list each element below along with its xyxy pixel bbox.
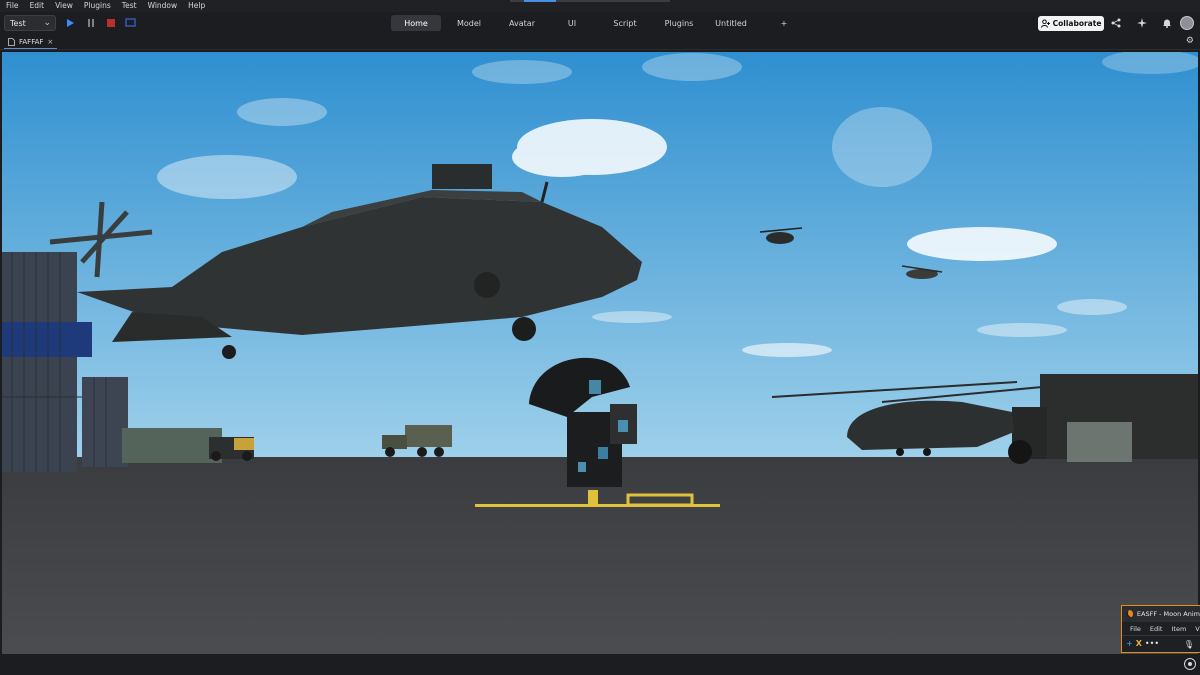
menu-view[interactable]: View: [49, 0, 78, 12]
stop-button[interactable]: [104, 16, 118, 30]
document-tab-bar: FAFFAF × ⚙: [0, 34, 1200, 50]
screen-icon: [124, 18, 136, 27]
add-user-icon: [1040, 19, 1050, 28]
forklift: [209, 437, 254, 461]
toolbar: Test ⌄ Home Model Avatar UI Script Plugi…: [0, 12, 1200, 34]
tab-home[interactable]: Home: [391, 15, 441, 31]
test-mode-select[interactable]: Test ⌄: [4, 15, 56, 31]
add-icon[interactable]: +: [1126, 639, 1133, 648]
pause-icon: [88, 19, 94, 27]
tab-plugins[interactable]: Plugins: [653, 15, 705, 31]
document-tab[interactable]: FAFFAF ×: [4, 36, 58, 49]
plugin-menu: File Edit Item V: [1122, 622, 1200, 636]
bell-icon: [1163, 19, 1171, 28]
plugin-menu-item[interactable]: Item: [1171, 625, 1186, 633]
plugin-title-bar: EASFF - Moon Anim: [1122, 606, 1200, 622]
plugin-menu-view[interactable]: V: [1195, 625, 1199, 633]
target-icon[interactable]: [1184, 658, 1196, 670]
close-track-icon[interactable]: X: [1136, 639, 1142, 648]
status-bar: [0, 654, 1200, 675]
plugin-menu-edit[interactable]: Edit: [1150, 625, 1163, 633]
menu-bar: File Edit View Plugins Test Window Help: [0, 0, 1200, 12]
add-tab-button[interactable]: +: [757, 15, 811, 31]
menu-edit[interactable]: Edit: [24, 0, 50, 12]
moon-icon: [1126, 610, 1133, 618]
tab-untitled[interactable]: Untitled: [705, 15, 757, 31]
tab-avatar[interactable]: Avatar: [497, 15, 547, 31]
moon-animator-panel[interactable]: EASFF - Moon Anim File Edit Item V + X •…: [1121, 605, 1200, 653]
menu-plugins[interactable]: Plugins: [78, 0, 116, 12]
close-icon[interactable]: ×: [47, 38, 53, 46]
plugin-title: EASFF - Moon Anim: [1136, 610, 1200, 618]
stop-icon: [107, 19, 115, 27]
microphone-icon[interactable]: 🎙: [1184, 640, 1194, 649]
user-avatar[interactable]: [1180, 16, 1194, 30]
document-tab-label: FAFFAF: [19, 38, 44, 46]
loading-progress-bar: [510, 0, 670, 2]
ribbon-tabs: Home Model Avatar UI Script Plugins Unti…: [391, 15, 811, 31]
screen-button[interactable]: [123, 16, 137, 30]
more-icon[interactable]: •••: [1145, 639, 1159, 648]
loading-progress-fill: [524, 0, 556, 2]
scene-render: [2, 52, 1198, 654]
pause-button[interactable]: [84, 16, 98, 30]
gear-icon[interactable]: ⚙: [1186, 36, 1194, 46]
plugin-menu-file[interactable]: File: [1130, 625, 1141, 633]
notifications-button[interactable]: [1161, 17, 1173, 29]
chevron-down-icon: ⌄: [43, 18, 51, 28]
game-viewport[interactable]: [2, 52, 1198, 654]
menu-test[interactable]: Test: [116, 0, 142, 12]
tab-model[interactable]: Model: [441, 15, 497, 31]
sparkle-icon: [1137, 18, 1147, 28]
share-icon: [1111, 18, 1121, 28]
menu-file[interactable]: File: [0, 0, 24, 12]
collaborate-button[interactable]: Collaborate: [1038, 16, 1104, 31]
assistant-button[interactable]: [1136, 17, 1148, 29]
collaborate-label: Collaborate: [1052, 19, 1102, 28]
test-mode-value: Test: [10, 18, 26, 28]
tab-ui[interactable]: UI: [547, 15, 597, 31]
file-icon: [8, 38, 15, 46]
play-button[interactable]: [63, 16, 77, 30]
plugin-toolbar: + X ••• 🎙: [1122, 636, 1200, 651]
menu-help[interactable]: Help: [182, 0, 210, 12]
play-icon: [67, 19, 74, 27]
menu-window[interactable]: Window: [142, 0, 183, 12]
share-button[interactable]: [1110, 17, 1122, 29]
tab-script[interactable]: Script: [597, 15, 653, 31]
